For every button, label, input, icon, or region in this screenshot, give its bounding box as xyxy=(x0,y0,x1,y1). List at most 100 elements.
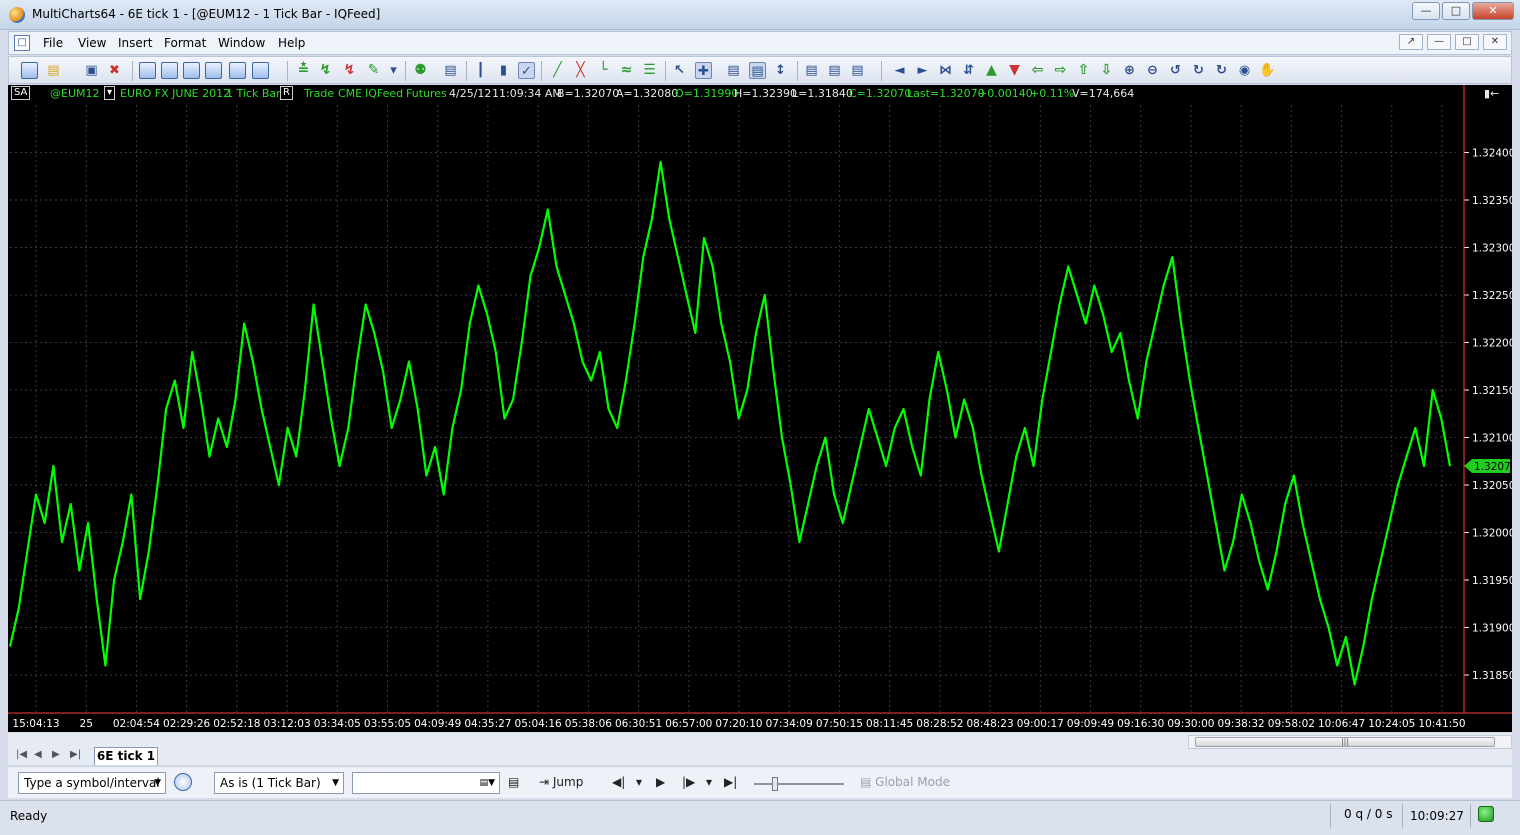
shift-right-icon[interactable]: ⇨ xyxy=(1052,62,1069,79)
shift-left-icon[interactable]: ⇦ xyxy=(1029,62,1046,79)
study-dropdown-icon[interactable]: ▾ xyxy=(385,62,402,79)
scroll-left-icon[interactable]: ◄ xyxy=(891,62,908,79)
save-icon[interactable]: ▣ xyxy=(83,62,100,79)
scroll-down-icon[interactable]: ⇩ xyxy=(1098,62,1115,79)
scrollbar-thumb[interactable]: ||| xyxy=(1195,737,1495,747)
menu-file[interactable]: File xyxy=(43,36,63,50)
x-tick-label: 15:04:13 xyxy=(12,718,59,730)
reset-zoom-icon[interactable]: ↻ xyxy=(1213,62,1230,79)
redo-zoom-icon[interactable]: ↻ xyxy=(1190,62,1207,79)
close-button[interactable]: ✕ xyxy=(1472,2,1514,20)
undo-zoom-icon[interactable]: ↺ xyxy=(1167,62,1184,79)
chart-canvas[interactable]: 15:04:13 25 02:04:54 02:29:26 02:52:18 03:12:… xyxy=(8,85,1512,732)
format-symbol-icon[interactable]: ▤ xyxy=(442,62,459,79)
first-tab-icon[interactable]: |◀ xyxy=(16,749,27,760)
x-tick-label: 05:04:16 xyxy=(515,718,562,730)
playback-speed-slider[interactable] xyxy=(754,777,844,791)
close-workspace-icon[interactable]: ✖ xyxy=(106,62,123,79)
global-mode-button[interactable]: ▤ Global Mode xyxy=(860,775,950,789)
step-dropdown-icon[interactable]: ▾ xyxy=(706,775,712,789)
play-icon[interactable]: ▶ xyxy=(656,775,665,789)
vertical-line-icon[interactable]: ╳ xyxy=(572,62,589,79)
crosshair-icon[interactable]: ✚ xyxy=(695,62,712,79)
zoom-out-icon[interactable]: ⊖ xyxy=(1144,62,1161,79)
x-tick-label: 04:09:49 xyxy=(414,718,461,730)
menu-window[interactable]: Window xyxy=(218,36,265,50)
new-dom-icon[interactable] xyxy=(183,62,200,79)
symbol-interval-input[interactable]: Type a symbol/interval ▼ xyxy=(18,772,166,794)
open-folder-icon[interactable]: ▤ xyxy=(45,62,62,79)
data-window-icon[interactable]: ▤ xyxy=(725,62,742,79)
calendar-icon[interactable]: ▤ xyxy=(508,775,519,789)
compress-bars-icon[interactable]: ⋈ xyxy=(937,62,954,79)
new-workspace-icon[interactable] xyxy=(21,62,38,79)
menu-view[interactable]: View xyxy=(78,36,106,50)
scale-up-icon[interactable]: ▲ xyxy=(983,62,1000,79)
trendline-icon[interactable]: ╱ xyxy=(549,62,566,79)
window-title: MultiCharts64 - 6E tick 1 - [@EUM12 - 1 … xyxy=(32,7,381,21)
new-chart-icon[interactable] xyxy=(139,62,156,79)
menu-insert[interactable]: Insert xyxy=(118,36,152,50)
y-tick-label: 1.32050 xyxy=(1472,480,1512,492)
mdi-restore-button[interactable]: ↗ xyxy=(1399,34,1423,50)
scale-down-icon[interactable]: ▼ xyxy=(1006,62,1023,79)
scroll-up-icon[interactable]: ⇧ xyxy=(1075,62,1092,79)
price-chart[interactable]: SA @EUM12 ▾ EURO FX JUNE 2012 1 Tick Bar… xyxy=(8,85,1512,732)
insert-signal-icon[interactable]: ↯ xyxy=(317,62,334,79)
scroll-right-icon[interactable]: ► xyxy=(914,62,931,79)
chart-trading-icon[interactable]: ▤ xyxy=(749,62,766,79)
mdi-minimize-button[interactable]: — xyxy=(1427,34,1451,50)
x-tick-label: 07:50:15 xyxy=(816,718,863,730)
maximize-button[interactable]: □ xyxy=(1442,2,1470,20)
date-input[interactable]: ▤▼ xyxy=(352,772,500,794)
expand-bars-icon[interactable]: ⇵ xyxy=(960,62,977,79)
chart-properties-icon[interactable]: ▤ xyxy=(849,62,866,79)
jump-button[interactable]: ⇥ Jump xyxy=(539,775,583,789)
mdi-close-button[interactable]: ✕ xyxy=(1483,34,1507,50)
zoom-in-icon[interactable]: ⊕ xyxy=(1121,62,1138,79)
last-tab-icon[interactable]: ▶| xyxy=(70,749,81,760)
resolution-select[interactable]: As is (1 Tick Bar) ▼ xyxy=(214,772,344,794)
status-line-icon[interactable]: ▤ xyxy=(803,62,820,79)
line-on-close-icon[interactable]: ✓ xyxy=(518,62,535,79)
new-scanner-icon[interactable] xyxy=(161,62,178,79)
remove-study-icon[interactable]: ↯ xyxy=(341,62,358,79)
insert-picture-icon[interactable]: ▤ xyxy=(826,62,843,79)
new-portfolio-icon[interactable] xyxy=(229,62,246,79)
format-study-icon[interactable]: ✎ xyxy=(365,62,382,79)
scale-icon[interactable]: ↕ xyxy=(772,62,789,79)
clock-icon[interactable] xyxy=(174,773,192,791)
y-tick-label: 1.31900 xyxy=(1472,623,1512,635)
slider-knob[interactable] xyxy=(772,777,778,791)
menu-help[interactable]: Help xyxy=(278,36,305,50)
fibonacci-icon[interactable]: ≈ xyxy=(618,62,635,79)
new-trade-bar-icon[interactable] xyxy=(205,62,222,79)
x-tick-label: 07:34:09 xyxy=(766,718,813,730)
horizontal-scrollbar[interactable]: ||| xyxy=(1188,735,1512,749)
minimize-button[interactable]: — xyxy=(1412,2,1440,20)
prev-tab-icon[interactable]: ◀ xyxy=(34,749,42,760)
hand-pan-icon[interactable]: ✋ xyxy=(1259,62,1276,79)
ohlc-bar-icon[interactable]: ┃ xyxy=(472,62,489,79)
connection-status-icon[interactable] xyxy=(1478,806,1494,822)
view-icon[interactable]: ◉ xyxy=(1236,62,1253,79)
x-tick-label: 09:38:32 xyxy=(1218,718,1265,730)
play-back-dropdown-icon[interactable]: ▾ xyxy=(636,775,642,789)
candlestick-icon[interactable]: ▮ xyxy=(495,62,512,79)
step-forward-icon[interactable]: |▶ xyxy=(682,775,695,789)
play-back-icon[interactable]: ◀| xyxy=(612,775,625,789)
strategy-icon[interactable]: ⚉ xyxy=(412,62,429,79)
status-clock: 10:09:27 xyxy=(1410,809,1464,823)
next-tab-icon[interactable]: ▶ xyxy=(52,749,60,760)
document-icon[interactable]: □ xyxy=(14,35,30,51)
tab-6e-tick-1[interactable]: 6E tick 1 xyxy=(94,747,158,765)
pointer-icon[interactable]: ↖ xyxy=(671,62,688,79)
horizontal-line-icon[interactable]: └ xyxy=(595,62,612,79)
y-tick-label: 1.32250 xyxy=(1472,290,1512,302)
menu-format[interactable]: Format xyxy=(164,36,206,50)
new-market-scanner-icon[interactable] xyxy=(252,62,269,79)
insert-study-icon[interactable]: ≛ xyxy=(295,62,312,79)
mdi-maximize-button[interactable]: □ xyxy=(1455,34,1479,50)
play-to-end-icon[interactable]: ▶| xyxy=(724,775,737,789)
text-tool-icon[interactable]: ☰ xyxy=(641,62,658,79)
